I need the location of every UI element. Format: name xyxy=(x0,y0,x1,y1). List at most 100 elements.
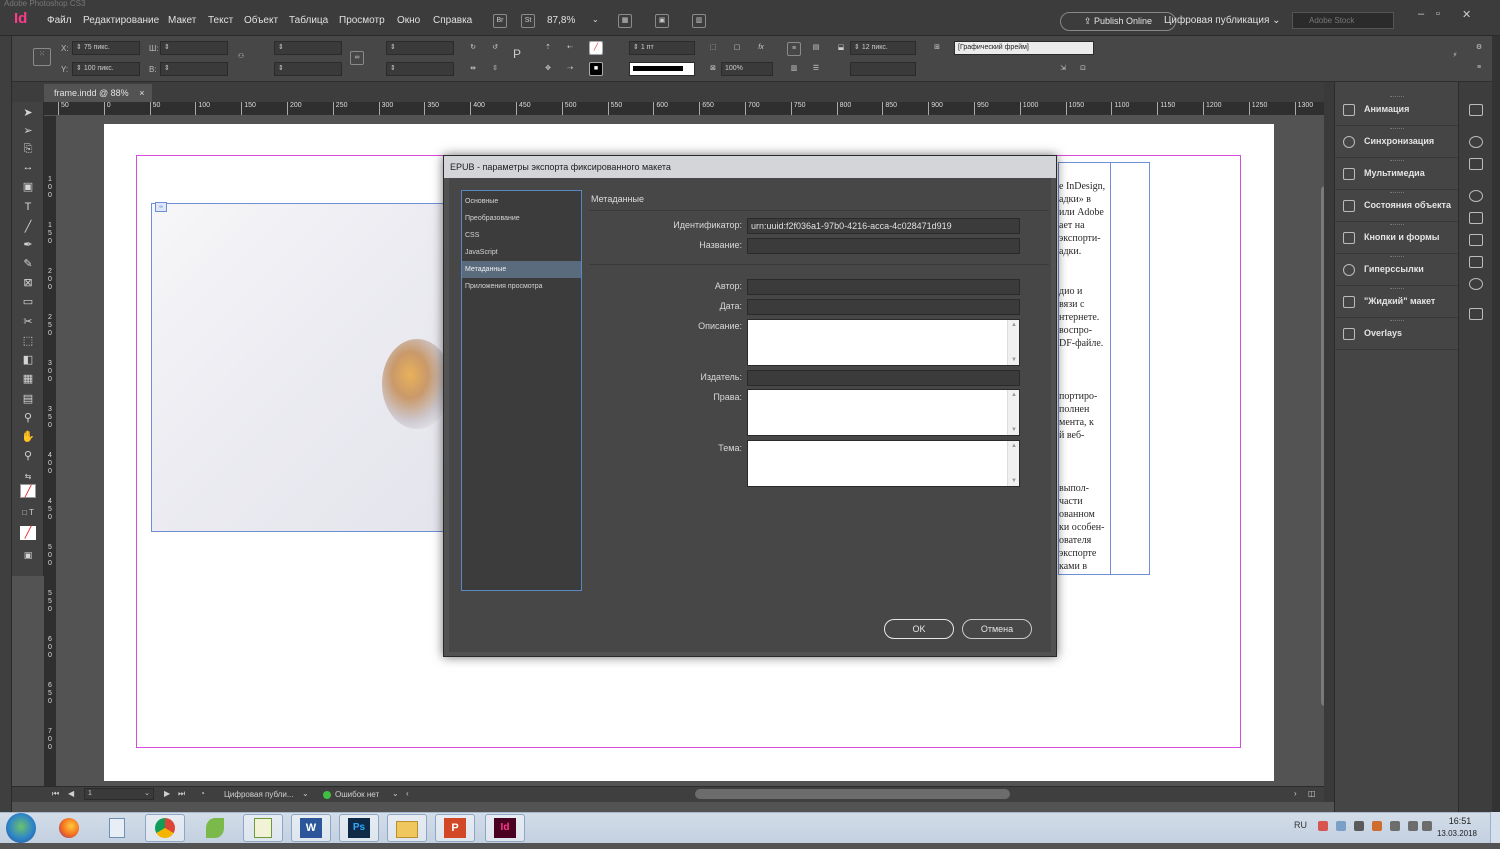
previous-page-icon[interactable]: ◀ xyxy=(68,789,74,798)
object-style-icon[interactable]: ⊞ xyxy=(930,42,944,56)
minimize-icon[interactable]: – xyxy=(1418,8,1424,20)
gradient-icon[interactable] xyxy=(1469,256,1483,268)
screen-mode-tool-icon[interactable]: ▣ xyxy=(20,548,36,562)
date-input[interactable] xyxy=(747,299,1020,315)
fill-swatch-icon[interactable]: ╱ xyxy=(20,484,36,498)
pencil-tool-icon[interactable]: ✎ xyxy=(20,257,36,271)
auto-fit-icon[interactable]: ⬓ xyxy=(834,42,848,56)
scissors-tool-icon[interactable]: ✂ xyxy=(20,315,36,329)
publish-online-button[interactable]: ⇪ Publish Online xyxy=(1060,12,1176,31)
editor-taskbar-button[interactable] xyxy=(243,814,283,842)
nav-general[interactable]: Основные xyxy=(462,193,581,210)
preflight-profile[interactable]: Цифровая публи... xyxy=(224,790,293,799)
subject-textarea[interactable]: ▲ ▼ xyxy=(747,440,1020,487)
start-button[interactable] xyxy=(6,813,36,843)
word-taskbar-button[interactable]: W xyxy=(291,814,331,842)
tray-network-alert-icon[interactable] xyxy=(1318,821,1328,831)
scroll-down-icon[interactable]: ▼ xyxy=(1011,427,1017,433)
language-indicator[interactable]: RU xyxy=(1294,820,1307,830)
document-tab[interactable]: frame.indd @ 88% × xyxy=(44,84,152,102)
opacity-input[interactable]: 100% xyxy=(721,62,773,76)
tray-display-icon[interactable] xyxy=(1408,821,1418,831)
quick-apply-icon[interactable]: ⚡ xyxy=(1448,50,1462,64)
eyedropper-tool-icon[interactable]: ⚲ xyxy=(20,411,36,425)
panel-sync[interactable]: Синхронизация xyxy=(1335,126,1459,158)
next-page-icon[interactable]: ▶ xyxy=(164,789,170,798)
page-number-select[interactable]: 1 ⌄ xyxy=(84,788,154,800)
x-position-input[interactable]: ⇕ 75 пикс. xyxy=(72,41,140,55)
panel-liquid-layout[interactable]: "Жидкий" макет xyxy=(1335,286,1459,318)
vertical-ruler[interactable]: 1 0 0 1 5 0 2 0 0 2 5 0 3 0 0 3 5 0 4 0 0 4 5 0… xyxy=(44,116,56,786)
stroke-type-select[interactable] xyxy=(629,62,695,76)
explorer-taskbar-button[interactable] xyxy=(387,814,427,842)
flip-horizontal-icon[interactable]: ⇹ xyxy=(466,63,480,77)
dialog-title[interactable]: EPUB - параметры экспорта фиксированного… xyxy=(444,156,1056,178)
rectangle-tool-icon[interactable]: ▭ xyxy=(20,295,36,309)
rotate-cw-icon[interactable]: ↻ xyxy=(466,42,480,56)
description-scrollbar[interactable]: ▲ ▼ xyxy=(1007,320,1019,365)
wrap-jump-icon[interactable]: ☰ xyxy=(809,63,823,77)
rectangle-frame-tool-icon[interactable]: ⊠ xyxy=(20,276,36,290)
hand-tool-icon[interactable]: ✋ xyxy=(20,430,36,444)
photoshop-taskbar-button[interactable]: Ps xyxy=(339,814,379,842)
opacity-icon[interactable]: ⊠ xyxy=(706,63,720,77)
fill-none-swatch-icon[interactable]: ╱ xyxy=(589,41,603,55)
scroll-left-icon[interactable]: ‹ xyxy=(406,789,409,798)
gutter-input[interactable]: ⇕ 12 пикс. xyxy=(850,41,916,55)
cancel-button[interactable]: Отмена xyxy=(962,619,1032,639)
nav-metadata[interactable]: Метаданные xyxy=(462,261,581,278)
notes-taskbar-button[interactable] xyxy=(195,814,235,842)
workspace-switcher[interactable]: Цифровая публикация ⌄ xyxy=(1164,15,1281,26)
control-settings-icon[interactable]: ⚙ xyxy=(1472,42,1486,56)
select-content-icon[interactable]: ✥ xyxy=(541,63,555,77)
scroll-up-icon[interactable]: ▲ xyxy=(1011,443,1017,449)
height-input[interactable]: ⇕ xyxy=(160,62,228,76)
rights-scrollbar[interactable]: ▲ ▼ xyxy=(1007,390,1019,435)
nav-viewing-apps[interactable]: Приложения просмотра xyxy=(462,278,581,295)
scroll-up-icon[interactable]: ▲ xyxy=(1011,322,1017,328)
flip-vertical-icon[interactable]: ⇳ xyxy=(488,63,502,77)
preflight-profile-chevron-icon[interactable]: ⌄ xyxy=(302,789,309,798)
effects-icon[interactable]: fx xyxy=(754,42,768,56)
horizontal-ruler[interactable]: 50 0 50 100 150 200 250 300 350 400 450 500 550 600 65… xyxy=(44,102,1324,116)
constrain-proportions-icon[interactable]: ⚇ xyxy=(234,51,248,65)
show-desktop-button[interactable] xyxy=(1490,812,1500,843)
type-tool-icon[interactable]: T xyxy=(20,200,36,214)
scale-y-input[interactable]: ⇕ xyxy=(274,62,342,76)
stroke-swatch-icon[interactable]: ■ xyxy=(589,62,603,76)
line-tool-icon[interactable]: ╱ xyxy=(20,220,36,234)
pen-tool-icon[interactable]: ✒ xyxy=(20,238,36,252)
nav-javascript[interactable]: JavaScript xyxy=(462,244,581,261)
indesign-taskbar-button[interactable]: Id xyxy=(485,814,525,842)
arrange-documents-icon[interactable]: ▥ xyxy=(692,14,706,28)
scroll-up-icon[interactable]: ▲ xyxy=(1011,392,1017,398)
select-next-icon[interactable]: ⇢ xyxy=(563,63,577,77)
zoom-tool-icon[interactable]: ⚲ xyxy=(20,449,36,463)
tray-security-icon[interactable] xyxy=(1372,821,1382,831)
close-tab-icon[interactable]: × xyxy=(139,88,144,98)
menu-help[interactable]: Справка xyxy=(433,15,472,26)
new-style-icon[interactable]: ⊡ xyxy=(1076,63,1090,77)
menu-file[interactable]: Файл xyxy=(47,15,72,26)
powerpoint-taskbar-button[interactable]: P xyxy=(435,814,475,842)
menu-text[interactable]: Текст xyxy=(208,15,233,26)
pages-icon[interactable] xyxy=(1469,104,1483,116)
firefox-taskbar-button[interactable] xyxy=(49,814,89,842)
chrome-taskbar-button[interactable] xyxy=(145,814,185,842)
scroll-right-icon[interactable]: › xyxy=(1294,789,1297,798)
bridge-icon[interactable]: Br xyxy=(493,14,507,28)
stock-icon[interactable]: St xyxy=(521,14,535,28)
scroll-down-icon[interactable]: ▼ xyxy=(1011,357,1017,363)
first-page-icon[interactable]: ⏮ xyxy=(52,789,59,799)
object-style-select[interactable]: [Графический фрейм] xyxy=(954,41,1094,55)
rotate-ccw-icon[interactable]: ↺ xyxy=(488,42,502,56)
zoom-chevron-icon[interactable]: ⌄ xyxy=(592,15,599,24)
publisher-input[interactable] xyxy=(747,370,1020,386)
panel-animation[interactable]: Анимация xyxy=(1335,94,1459,126)
stroke-weight-input[interactable]: ⇕ 1 пт xyxy=(629,41,695,55)
close-icon[interactable]: ✕ xyxy=(1462,8,1471,21)
width-input[interactable]: ⇕ xyxy=(160,41,228,55)
frame-fitting-icon[interactable]: ⬚ xyxy=(706,42,720,56)
menu-object[interactable]: Объект xyxy=(244,15,278,26)
direct-selection-tool-icon[interactable]: ➢ xyxy=(20,124,36,138)
